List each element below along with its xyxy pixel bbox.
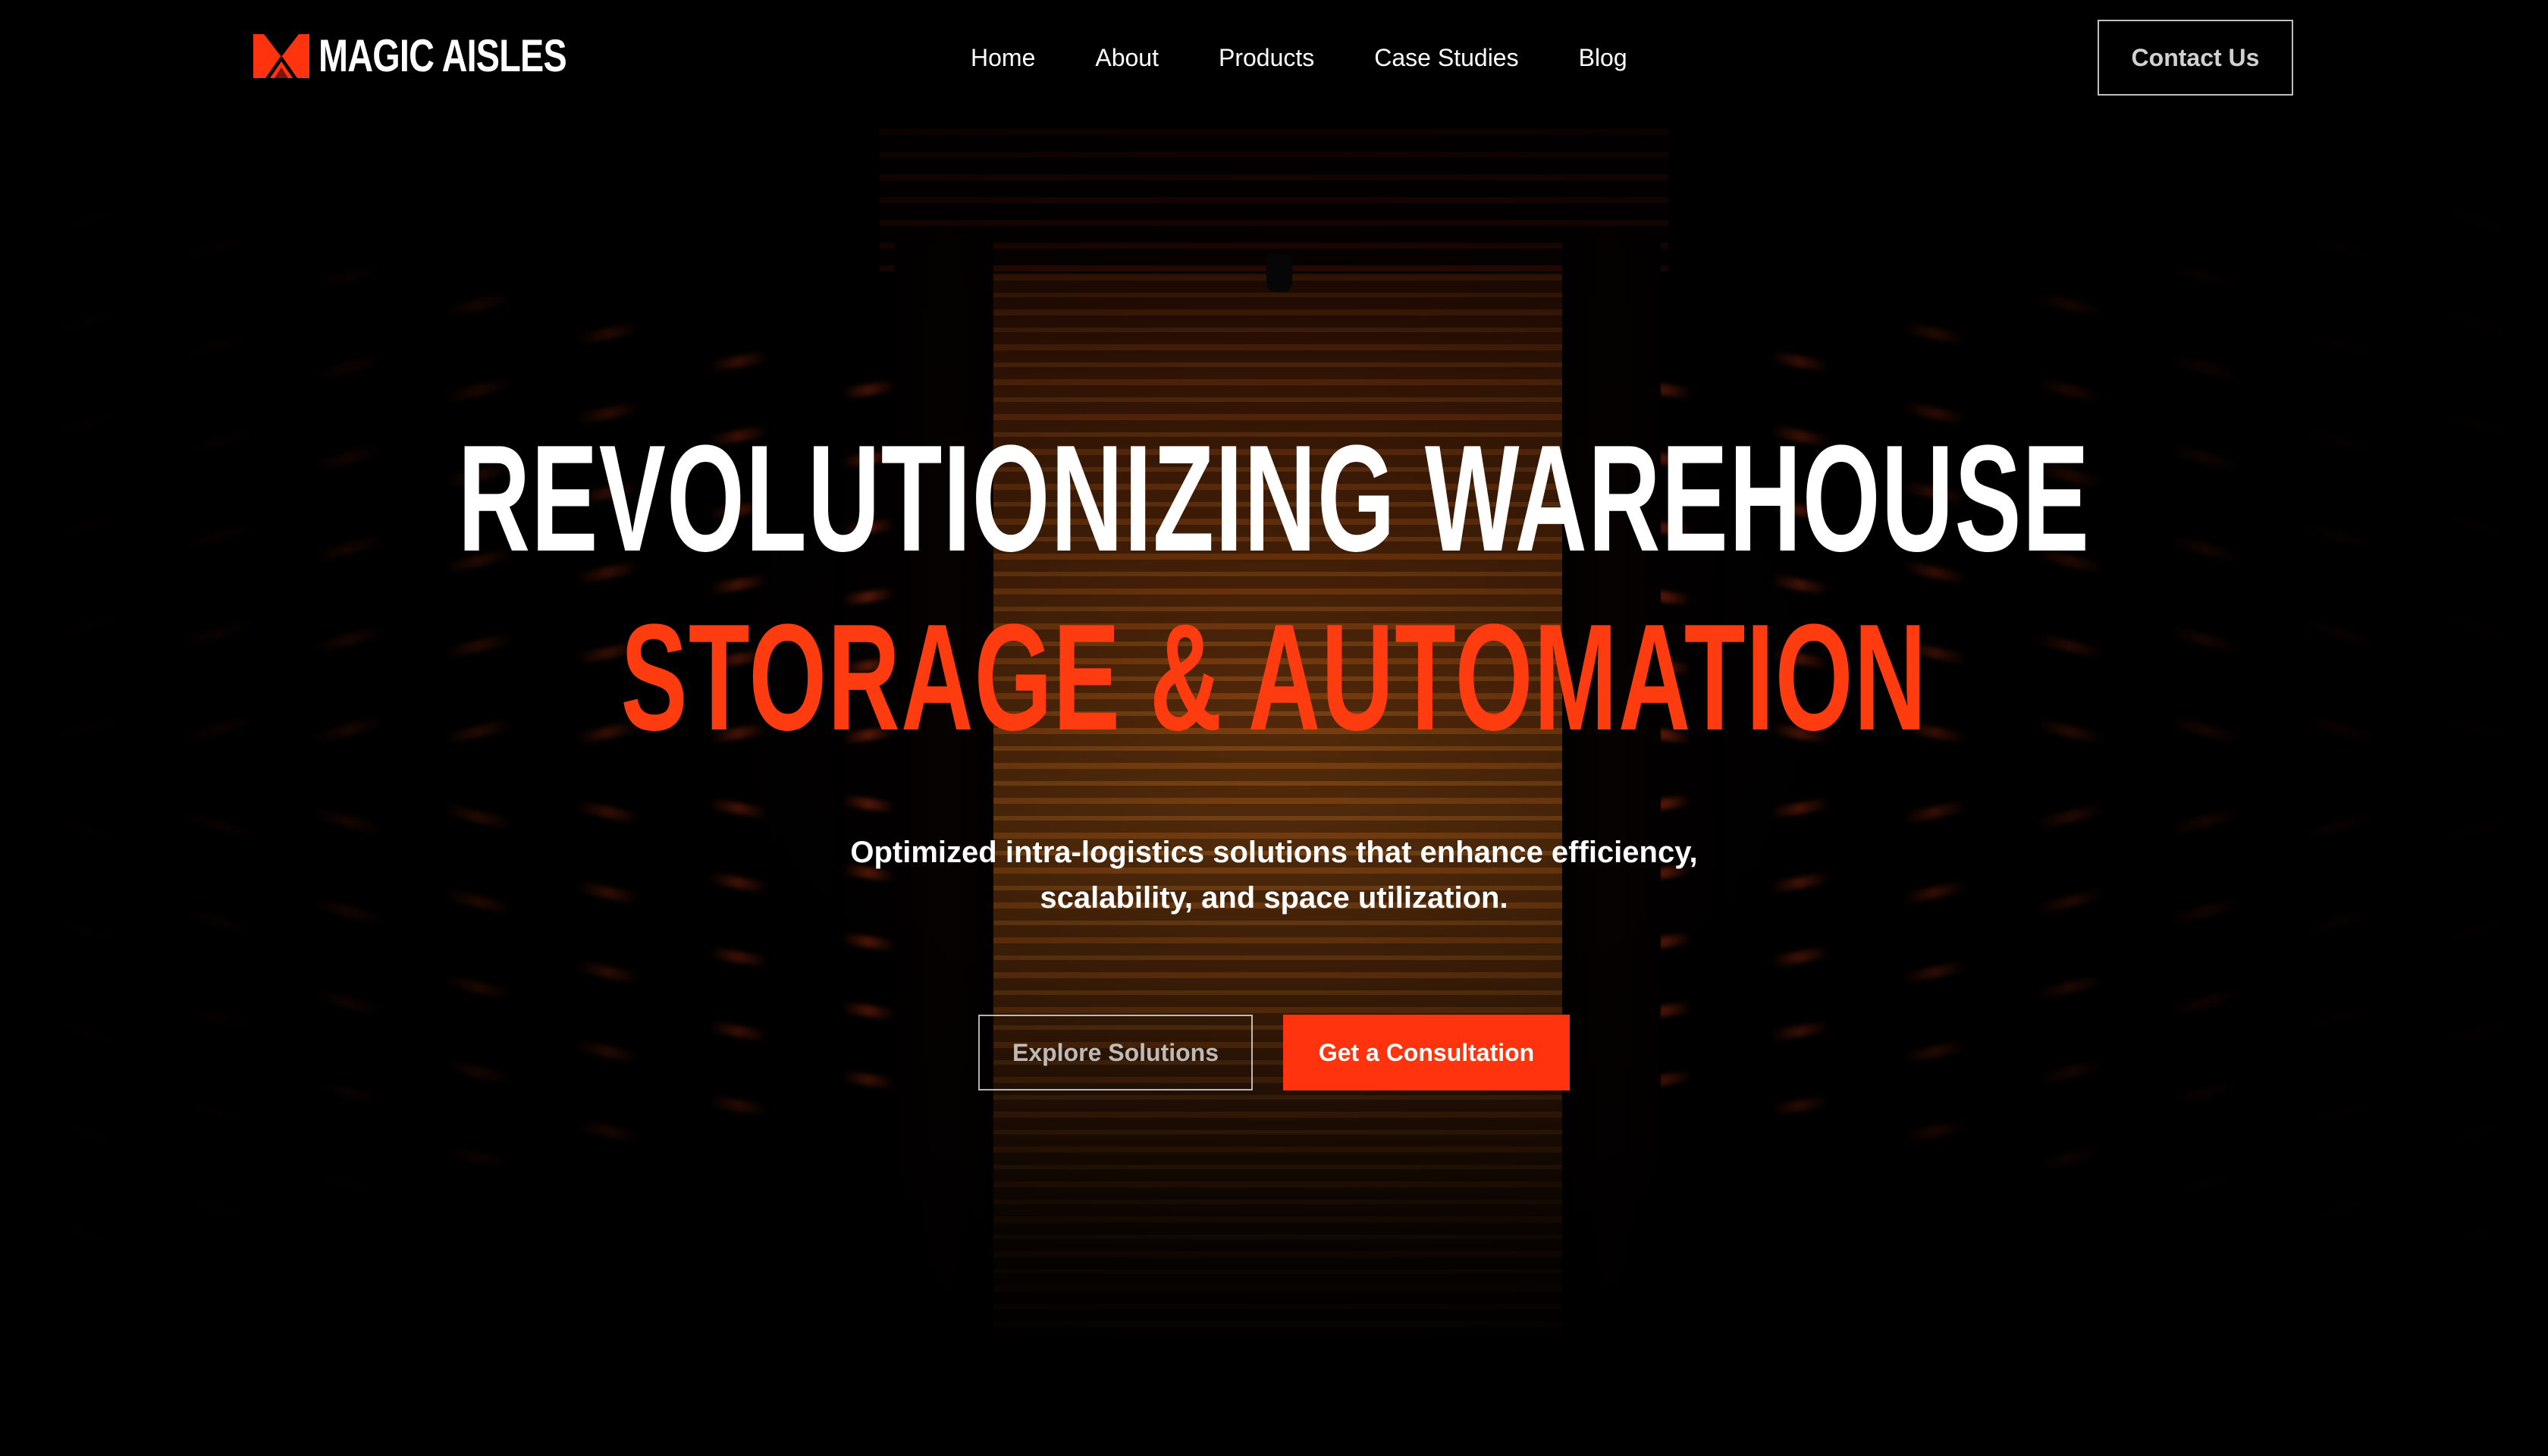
nav-home[interactable]: Home (971, 41, 1035, 74)
hero-headline-line1: REVOLUTIONIZING WAREHOUSE (457, 414, 2091, 583)
nav-blog[interactable]: Blog (1579, 41, 1627, 74)
logo-text: MAGIC AISLES (318, 30, 567, 81)
hero-section: REVOLUTIONIZING WAREHOUSE STORAGE & AUTO… (0, 410, 2548, 1090)
hero-cta-row: Explore Solutions Get a Consultation (0, 1015, 2548, 1090)
logo[interactable]: MAGIC AISLES (253, 33, 636, 79)
hero-headline-line2: STORAGE & AUTOMATION (620, 593, 1928, 762)
nav-products[interactable]: Products (1219, 41, 1314, 74)
main-nav: Home About Products Case Studies Blog (971, 41, 1627, 74)
contact-us-button[interactable]: Contact Us (2098, 20, 2293, 96)
site-header: MAGIC AISLES Home About Products Case St… (0, 0, 2548, 115)
explore-solutions-button[interactable]: Explore Solutions (978, 1015, 1253, 1090)
get-consultation-button[interactable]: Get a Consultation (1283, 1015, 1570, 1090)
nav-about[interactable]: About (1095, 41, 1159, 74)
nav-case-studies[interactable]: Case Studies (1374, 41, 1518, 74)
landing-page: MAGIC AISLES Home About Products Case St… (0, 0, 2548, 1456)
hero-subheadline: Optimized intra-logistics solutions that… (850, 836, 1698, 915)
magic-aisles-logo-icon (253, 34, 309, 78)
